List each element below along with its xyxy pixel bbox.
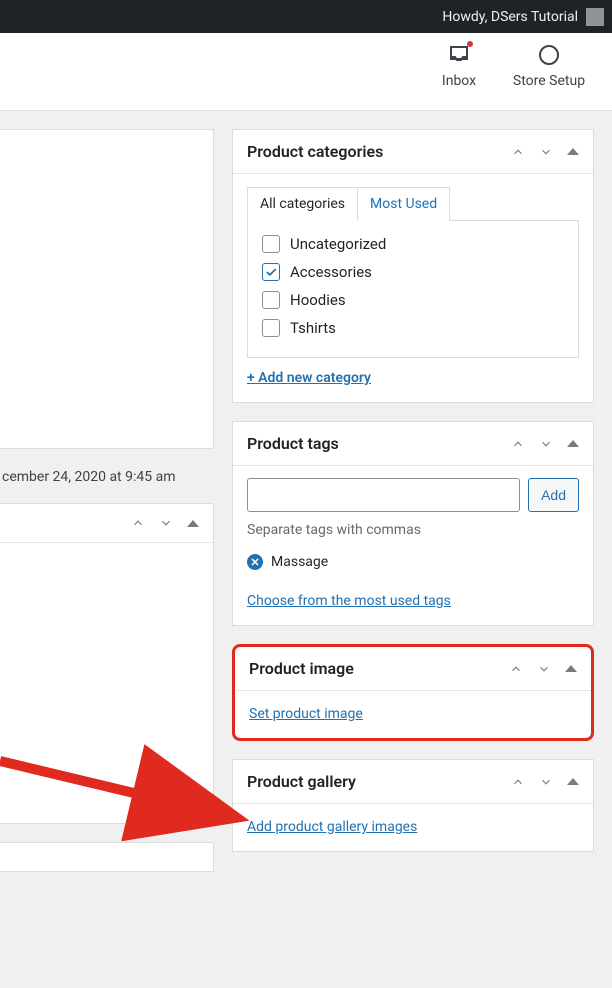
store-setup-label: Store Setup [513,73,585,89]
product-gallery-metabox: Product gallery Add product gallery imag… [232,759,594,852]
tab-most-used[interactable]: Most Used [357,187,450,221]
tags-hint: Separate tags with commas [247,522,579,538]
category-label: Tshirts [290,319,336,337]
woocommerce-topbar: Inbox Store Setup [0,33,612,111]
admin-bar: Howdy, DSers Tutorial [0,0,612,33]
inbox-label: Inbox [442,73,476,89]
choose-most-used-tags-link[interactable]: Choose from the most used tags [247,593,451,609]
inbox-button[interactable]: Inbox [414,43,504,110]
toggle-panel-icon[interactable] [567,148,579,155]
chevron-down-icon[interactable] [539,145,553,159]
product-image-metabox: Product image Set product image [232,644,594,741]
product-categories-title: Product categories [247,142,383,161]
product-categories-metabox: Product categories All categories Most U… [232,129,594,403]
chevron-up-icon[interactable] [511,775,525,789]
chevron-up-icon[interactable] [131,516,145,530]
revision-timestamp: cember 24, 2020 at 9:45 am [0,463,214,503]
chevron-down-icon[interactable] [537,662,551,676]
toggle-panel-icon[interactable] [565,665,577,672]
chevron-down-icon[interactable] [539,437,553,451]
avatar[interactable] [586,8,604,26]
chevron-down-icon[interactable] [539,775,553,789]
product-gallery-title: Product gallery [247,772,356,791]
store-setup-button[interactable]: Store Setup [504,43,594,110]
checkbox-uncategorized[interactable] [262,235,280,253]
circle-icon [537,43,561,67]
checkbox-tshirts[interactable] [262,319,280,337]
add-gallery-images-link[interactable]: Add product gallery images [247,819,417,835]
chevron-up-icon[interactable] [509,662,523,676]
admin-greeting[interactable]: Howdy, DSers Tutorial [442,9,578,25]
tab-all-categories[interactable]: All categories [247,187,358,221]
set-product-image-link[interactable]: Set product image [249,706,363,722]
checkbox-hoodies[interactable] [262,291,280,309]
category-item: Tshirts [262,319,564,337]
toggle-panel-icon[interactable] [187,520,199,527]
inbox-icon [447,43,471,67]
add-tag-button[interactable]: Add [528,478,579,512]
partial-metabox [0,503,214,824]
toggle-panel-icon[interactable] [567,778,579,785]
chevron-down-icon[interactable] [159,516,173,530]
product-tags-title: Product tags [247,434,339,453]
toggle-panel-icon[interactable] [567,440,579,447]
category-label: Accessories [290,263,372,281]
chevron-up-icon[interactable] [511,437,525,451]
checkbox-accessories[interactable] [262,263,280,281]
tag-label: Massage [271,554,328,570]
product-image-title: Product image [249,659,354,678]
product-tags-metabox: Product tags Add Separate tags with comm… [232,421,594,626]
category-label: Hoodies [290,291,346,309]
notification-dot-icon [467,41,473,47]
category-label: Uncategorized [290,235,386,253]
category-item: Accessories [262,263,564,281]
tag-chip: ✕ Massage [247,554,579,570]
remove-tag-icon[interactable]: ✕ [247,554,263,570]
editor-area-partial [0,129,214,449]
category-item: Uncategorized [262,235,564,253]
category-item: Hoodies [262,291,564,309]
partial-metabox-2 [0,842,214,872]
category-list: Uncategorized Accessories Hoodies Tshirt… [247,220,579,358]
add-new-category-link[interactable]: + Add new category [247,370,371,386]
chevron-up-icon[interactable] [511,145,525,159]
tags-input[interactable] [247,478,520,512]
